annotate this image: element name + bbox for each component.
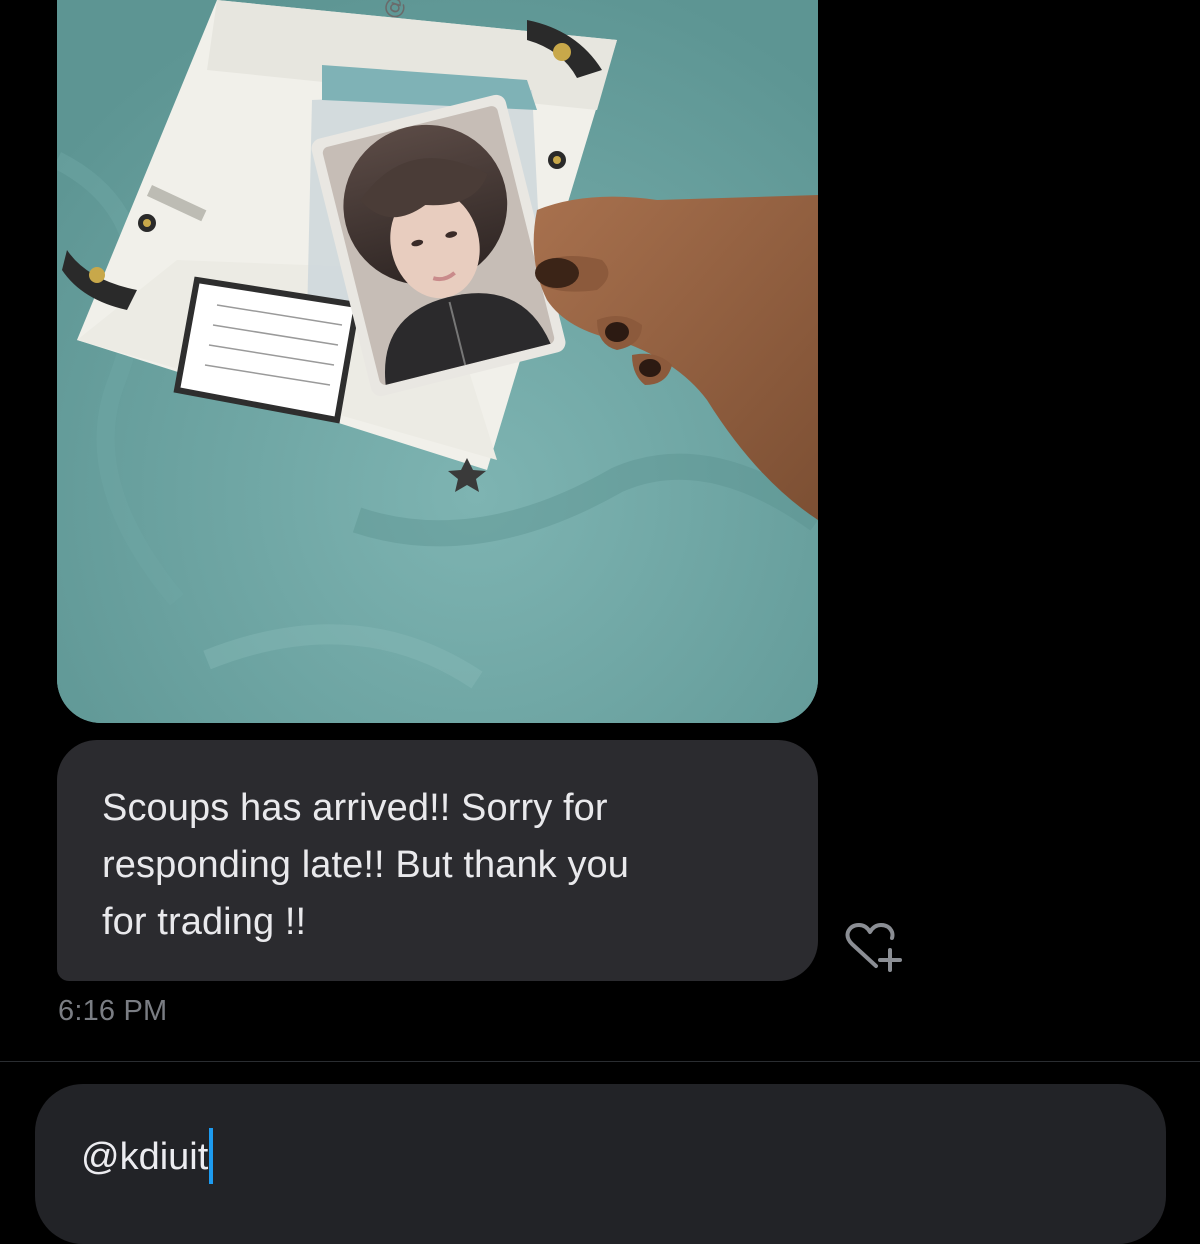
- image-attachment[interactable]: @kdiult: [57, 0, 818, 723]
- message-text-line-3: for trading !!: [102, 901, 307, 943]
- message-bubble[interactable]: Scoups has arrived!! Sorry for respondin…: [57, 740, 818, 981]
- composer-divider: [0, 1061, 1200, 1062]
- message-input[interactable]: @kdiuit: [81, 1127, 214, 1187]
- text-caret: [209, 1127, 214, 1184]
- message-text-line-1: Scoups has arrived!! Sorry for: [102, 787, 608, 829]
- photo-illustration: @kdiult: [57, 0, 818, 723]
- heart-plus-icon: [845, 923, 902, 972]
- message-timestamp: 6:16 PM: [58, 995, 168, 1027]
- message-composer[interactable]: @kdiuit: [35, 1084, 1166, 1244]
- add-reaction-button[interactable]: [844, 922, 904, 974]
- message-text-line-2: responding late!! But thank you: [102, 844, 630, 886]
- message-input-text: @kdiuit: [81, 1136, 209, 1178]
